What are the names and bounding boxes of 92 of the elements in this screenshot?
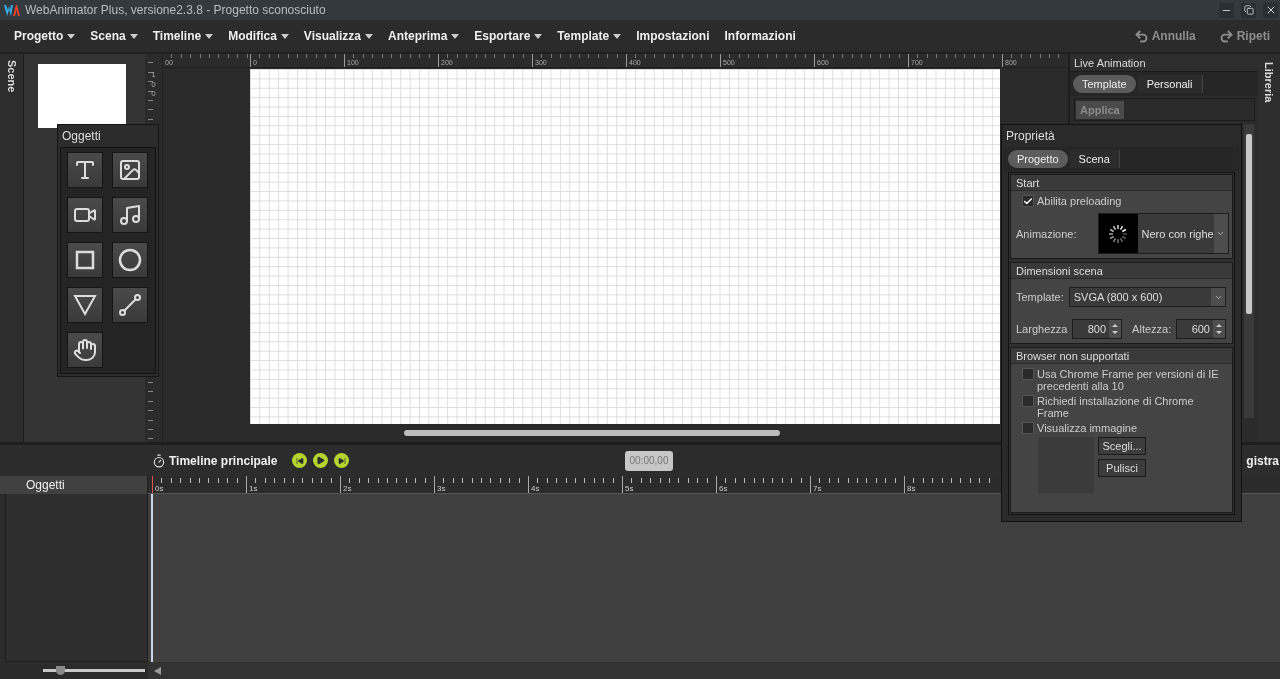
hand-tool-button[interactable]: [67, 332, 103, 368]
square-icon: [75, 250, 95, 270]
clear-button[interactable]: Pulisci: [1098, 459, 1146, 477]
ruler-label: 100: [151, 70, 156, 101]
animation-dropdown[interactable]: Nero con righe: [1097, 213, 1229, 254]
music-note-icon: [118, 203, 142, 227]
video-tool-button[interactable]: [67, 197, 103, 233]
section-header: Browser non supportati: [1011, 348, 1232, 364]
line-icon: [118, 293, 142, 317]
stopwatch-icon: [152, 453, 166, 468]
triangle-icon: [73, 294, 97, 316]
section-header: Dimensioni scena: [1011, 263, 1232, 279]
width-spinbox[interactable]: 800: [1072, 319, 1123, 339]
objects-column-header: Oggetti: [0, 476, 148, 494]
scene-thumbnail[interactable]: [38, 64, 126, 128]
checkbox[interactable]: [1022, 195, 1034, 207]
ruler-label: 3s: [437, 484, 446, 493]
record-label: gistra: [1246, 453, 1279, 468]
menu-item[interactable]: Visualizza: [302, 29, 374, 43]
audio-tool-button[interactable]: [112, 197, 148, 233]
minimize-button[interactable]: [1219, 2, 1234, 18]
scroll-left-icon[interactable]: [154, 666, 161, 675]
tab[interactable]: Progetto: [1008, 150, 1068, 168]
field-label: Animazione:: [1016, 227, 1077, 240]
timeline-title: Timeline principale: [169, 453, 278, 468]
rewind-button[interactable]: [292, 453, 307, 468]
app-logo-icon: [4, 4, 20, 16]
slider-thumb[interactable]: [56, 666, 66, 675]
forward-button[interactable]: [334, 453, 349, 468]
checkbox-label: Richiedi installazione di Chrome Frame: [1037, 395, 1195, 419]
close-button[interactable]: [1263, 2, 1278, 18]
panel-title: Proprietà: [1005, 128, 1056, 145]
menu-item[interactable]: Impostazioni: [635, 29, 711, 43]
image-icon: [118, 158, 142, 182]
line-tool-button[interactable]: [112, 287, 148, 323]
scrollbar-thumb[interactable]: [404, 430, 780, 436]
circle-icon: [118, 248, 142, 272]
skip-forward-icon: [337, 456, 346, 465]
panel-title: Oggetti: [61, 128, 102, 145]
spin-arrows-icon[interactable]: [1112, 323, 1119, 335]
ruler-label: 0s: [155, 484, 164, 493]
checkbox-label: Visualizza immagine: [1037, 422, 1139, 434]
section-header: Start: [1011, 175, 1232, 191]
field-label: Altezza:: [1132, 323, 1172, 335]
scrollbar-thumb[interactable]: [1246, 134, 1252, 314]
zoom-slider[interactable]: [43, 669, 145, 672]
ruler-label: 4s: [531, 484, 540, 493]
checkbox[interactable]: [1022, 395, 1034, 407]
template-dropdown[interactable]: SVGA (800 x 600): [1068, 287, 1226, 307]
tab[interactable]: Scena: [1069, 150, 1120, 168]
spin-arrows-icon[interactable]: [1216, 323, 1222, 335]
menu-item[interactable]: Esportare: [473, 29, 544, 43]
checkbox-label: Usa Chrome Frame per versioni di IE precedenti alla 10: [1037, 368, 1220, 392]
undo-icon: [1133, 28, 1149, 44]
image-tool-button[interactable]: [112, 152, 148, 188]
restore-button[interactable]: [1241, 2, 1256, 18]
triangle-tool-button[interactable]: [67, 287, 103, 323]
play-button[interactable]: [313, 453, 328, 468]
height-spinbox[interactable]: 600: [1176, 319, 1226, 339]
tab[interactable]: Template: [1073, 75, 1136, 93]
checkbox-label: Abilita preloading: [1037, 195, 1122, 207]
menu-item[interactable]: Modifica: [227, 29, 290, 43]
window-title: WebAnimator Plus, versione2.3.8 - Progetto sconosciuto: [25, 3, 327, 17]
menu-item[interactable]: Anteprima: [387, 29, 461, 43]
menu-item[interactable]: Informazioni: [723, 29, 797, 43]
checkbox[interactable]: [1022, 368, 1034, 380]
skip-back-icon: [295, 456, 304, 465]
ruler-label: 8s: [907, 484, 916, 493]
ruler-label: 2s: [343, 484, 352, 493]
hand-icon: [73, 338, 97, 362]
tab[interactable]: Personali: [1137, 75, 1203, 93]
menu-item[interactable]: Timeline: [151, 29, 215, 43]
scrollbar[interactable]: [1244, 124, 1254, 418]
restore-icon: [1243, 5, 1254, 15]
ruler-label: 7s: [813, 484, 822, 493]
play-icon: [316, 456, 325, 465]
choose-button[interactable]: Scegli...: [1098, 437, 1146, 455]
menu-item[interactable]: Template: [556, 29, 623, 43]
text-tool-button[interactable]: [67, 152, 103, 188]
ruler-label: 5s: [625, 484, 634, 493]
field-label: Larghezza: [1016, 323, 1068, 335]
spinner-icon: [1107, 222, 1130, 245]
ruler-label: 6s: [719, 484, 728, 493]
menu-item[interactable]: Progetto: [13, 29, 77, 43]
menu-item[interactable]: Scena: [89, 29, 139, 43]
ellipse-tool-button[interactable]: [112, 242, 148, 278]
rectangle-tool-button[interactable]: [67, 242, 103, 278]
redo-icon: [1218, 28, 1234, 44]
checkbox[interactable]: [1022, 422, 1034, 434]
field-label: Template:: [1016, 291, 1064, 303]
text-icon: [73, 158, 97, 182]
ruler-label: 1s: [249, 484, 258, 493]
